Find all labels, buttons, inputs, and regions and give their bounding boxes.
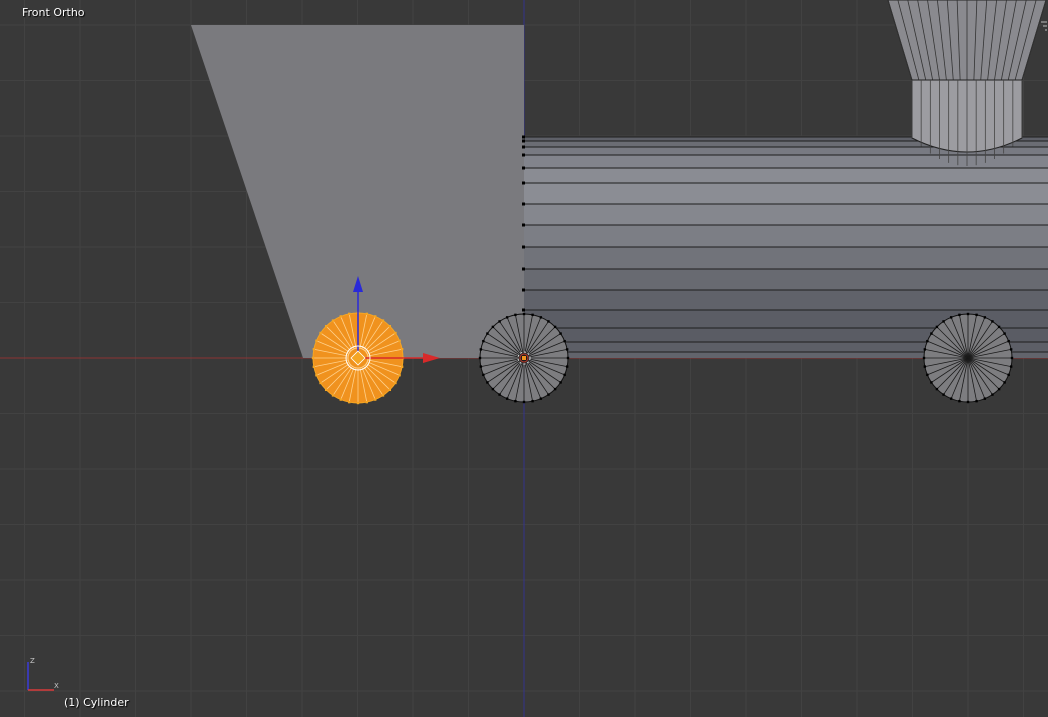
axis-orientation-icon: Z X [27, 657, 59, 691]
view-name-label: Front Ortho [22, 6, 85, 19]
wheel-rear[interactable] [922, 312, 1014, 404]
axis-x-label: X [54, 682, 59, 690]
area-split-corner-icon[interactable] [1038, 18, 1048, 34]
active-object-label: (1) Cylinder [64, 696, 129, 709]
3d-viewport[interactable]: Front Ortho Z X (1) Cylinder [0, 0, 1048, 717]
viewport-canvas[interactable] [0, 0, 1048, 717]
axis-z-label: Z [30, 657, 35, 665]
